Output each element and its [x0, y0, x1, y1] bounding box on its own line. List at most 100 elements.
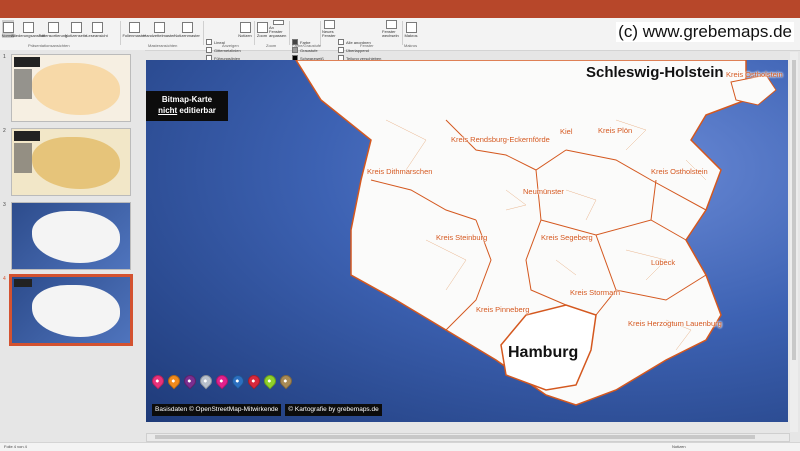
pin-marker-icon	[165, 372, 183, 390]
credit-osm: Basisdaten © OpenStreetMap-Mitwirkende	[152, 404, 282, 416]
ribbon-separator	[254, 21, 255, 45]
notes-page-icon	[70, 22, 82, 33]
bitmap-notice-rest: editierbar	[177, 106, 216, 115]
slide-counter: Folie 4 von 4	[4, 444, 27, 449]
thumbnail-legend	[14, 143, 32, 173]
outline-view-icon	[22, 22, 34, 33]
pin-marker-icon	[149, 372, 167, 390]
bitmap-notice-underlined: nicht	[158, 106, 178, 115]
slide-number: 3	[3, 202, 6, 208]
slide-canvas[interactable]: Bitmap-Karte nicht editierbar Schleswig-…	[146, 60, 788, 422]
notes-toggle[interactable]: Notizen	[672, 444, 686, 449]
slide-thumbnail-1[interactable]	[11, 54, 131, 122]
checkbox-box	[206, 39, 212, 45]
thumbnail-title-box	[14, 57, 40, 67]
group-zoom: Zoom	[266, 43, 277, 48]
pin-marker-icon	[277, 372, 295, 390]
pin-legend	[149, 372, 295, 390]
group-show: Anzeigen	[222, 43, 239, 48]
zoom-button[interactable]: Zoom	[256, 20, 268, 38]
checkbox-box	[206, 47, 212, 53]
bitmap-notice: Bitmap-Karte nicht editierbar	[146, 91, 228, 121]
macros-icon	[405, 22, 417, 33]
scroll-thumb[interactable]	[155, 435, 755, 439]
pin-marker-icon	[197, 372, 215, 390]
notes-icon	[239, 22, 251, 33]
region-label: Kreis Ostholstein	[726, 70, 783, 79]
thumbnail-title-box	[14, 279, 32, 287]
region-label: Neumünster	[523, 187, 564, 196]
thumbnail-title-box	[14, 131, 40, 141]
notes-master-button[interactable]: Notizenmaster	[174, 20, 200, 38]
region-label: Kreis Pinneberg	[476, 305, 530, 314]
credits-bar: Basisdaten © OpenStreetMap-Mitwirkende ©…	[152, 404, 382, 416]
slide-sorter-button[interactable]: Foliensortierung	[39, 20, 67, 38]
region-label: Kreis Herzogtum Lauenburg	[628, 319, 722, 328]
slide-thumbnail-2[interactable]	[11, 128, 131, 196]
map-thumbnail	[32, 137, 120, 189]
notes-master-icon	[181, 22, 193, 33]
watermark-text: (c) www.grebemaps.de	[616, 22, 794, 42]
bitmap-notice-line2: nicht editierbar	[146, 105, 228, 116]
slide-sorter-icon	[47, 22, 59, 33]
map-title: Schleswig-Holstein	[586, 64, 724, 81]
slides-panel: 1 2 3 4	[0, 50, 145, 442]
slide-number: 4	[3, 276, 6, 282]
slide-number: 2	[3, 128, 6, 134]
slide-master-icon	[128, 22, 140, 33]
fit-to-window-button[interactable]: An Fenster anpassen	[269, 20, 287, 38]
pin-marker-icon	[213, 372, 231, 390]
notes-page-button[interactable]: Notizenseite	[65, 20, 87, 38]
bitmap-notice-line1: Bitmap-Karte	[161, 95, 213, 104]
horizontal-scrollbar[interactable]	[146, 433, 790, 442]
ribbon-separator	[320, 21, 321, 45]
handout-master-button[interactable]: Handzettelmaster	[143, 20, 175, 38]
ribbon-separator	[120, 21, 121, 45]
title-bar	[0, 0, 800, 18]
city-label-hamburg: Hamburg	[508, 344, 579, 361]
reading-view-icon	[91, 22, 103, 33]
ribbon-separator	[203, 21, 204, 45]
new-window-button[interactable]: Neues Fenster	[322, 20, 336, 38]
slide-master-button[interactable]: Folienmaster	[122, 20, 146, 38]
region-label: Lübeck	[651, 258, 676, 267]
region-label: Kreis Plön	[598, 126, 633, 135]
arrange-icon	[338, 39, 344, 45]
region-label: Kiel	[560, 127, 573, 136]
slide-number: 1	[3, 54, 6, 60]
region-label: Kreis Segeberg	[541, 233, 593, 242]
map-thumbnail	[32, 211, 120, 263]
switch-windows-icon	[385, 20, 397, 29]
slide-thumbnail-3[interactable]	[11, 202, 131, 270]
macros-button[interactable]: Makros	[404, 20, 418, 38]
ribbon-separator	[289, 21, 290, 45]
thumbnail-legend	[14, 69, 32, 99]
map-thumbnail	[32, 63, 120, 115]
group-color: Farbe/Graustufe	[292, 43, 322, 48]
group-macros: Makros	[404, 43, 418, 48]
group-presentation-views: Präsentationsansichten	[28, 43, 70, 48]
region-label: Kreis Rendsburg-Eckernförde	[451, 135, 550, 144]
pin-marker-icon	[181, 372, 199, 390]
new-window-icon	[323, 20, 335, 29]
region-label: Kreis Steinburg	[436, 233, 488, 242]
group-master-views: Masteransichten	[148, 43, 178, 48]
zoom-icon	[256, 22, 268, 33]
pin-marker-icon	[245, 372, 263, 390]
scroll-thumb[interactable]	[792, 60, 796, 360]
ribbon-separator	[402, 21, 403, 45]
notes-button[interactable]: Notizen	[238, 20, 252, 38]
credit-grebemaps: © Kartografie by grebemaps.de	[285, 404, 382, 416]
outline-view-button[interactable]: Gliederungsansicht	[11, 20, 45, 38]
map-thumbnail	[32, 285, 120, 337]
pin-marker-icon	[229, 372, 247, 390]
slide-thumbnail-4[interactable]	[9, 274, 133, 346]
cascade-icon	[338, 47, 344, 53]
pin-marker-icon	[261, 372, 279, 390]
vertical-scrollbar[interactable]	[790, 52, 798, 432]
region-label: Kreis Dithmarschen	[367, 167, 433, 176]
region-label: Kreis Stormarn	[570, 288, 621, 297]
reading-view-button[interactable]: Leseansicht	[86, 20, 108, 38]
group-window: Fenster	[360, 43, 374, 48]
switch-windows-button[interactable]: Fenster wechseln	[382, 20, 400, 38]
